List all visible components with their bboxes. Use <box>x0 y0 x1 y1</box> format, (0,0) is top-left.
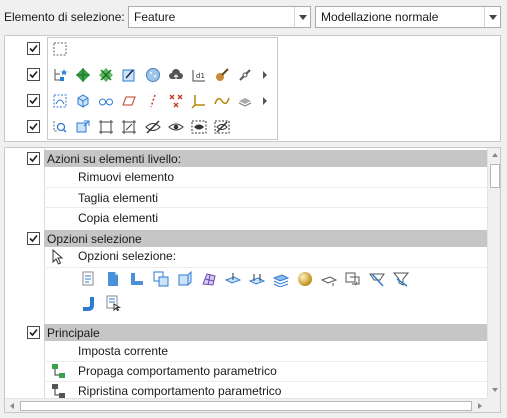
dashed-curve-icon[interactable] <box>51 92 69 110</box>
blue-doc-icon[interactable] <box>104 270 122 288</box>
diamond-cross-icon[interactable] <box>97 66 115 84</box>
list-item-propagate[interactable]: Propaga comportamento parametrico <box>78 364 277 378</box>
paint-brush-icon[interactable] <box>213 66 231 84</box>
section-title: Principale <box>47 326 100 340</box>
hide-eye-icon[interactable] <box>144 118 162 136</box>
tree-star-icon[interactable] <box>51 66 69 84</box>
sphere-dots-icon[interactable] <box>144 66 162 84</box>
option-icons-grid <box>77 270 487 318</box>
eye-box-icon[interactable] <box>190 118 208 136</box>
filter-row <box>5 37 285 61</box>
list-item-remove[interactable]: Rimuovi elemento <box>78 170 174 184</box>
scrollbar-thumb[interactable] <box>20 401 472 411</box>
filter-row <box>5 115 285 139</box>
filter-row <box>5 89 285 113</box>
scroll-down-icon[interactable] <box>492 388 498 392</box>
doc-list-icon[interactable] <box>80 270 98 288</box>
filter-row-checkbox[interactable] <box>27 68 40 81</box>
cross-points-icon[interactable] <box>167 92 185 110</box>
blue-cube-icon[interactable] <box>176 270 194 288</box>
arrow-box-icon[interactable] <box>74 118 92 136</box>
selection-options-list: Azioni su elementi livello: Rimuovi elem… <box>4 147 501 413</box>
select-box-icon[interactable] <box>51 40 69 58</box>
frame-hatch-icon[interactable] <box>120 118 138 136</box>
chain-link-icon[interactable] <box>236 66 254 84</box>
plane-flat-icon[interactable] <box>320 270 338 288</box>
section-header-principale: Principale <box>5 324 487 341</box>
blue-pipe-icon[interactable] <box>80 294 98 312</box>
list-item-set-current[interactable]: Imposta corrente <box>78 344 168 358</box>
dashed-line-icon[interactable] <box>144 92 162 110</box>
gold-sphere-icon[interactable] <box>296 270 314 288</box>
options-sublabel: Opzioni selezione: <box>78 249 177 263</box>
plane-arrow-icon[interactable] <box>224 270 242 288</box>
filter-row: d1 <box>5 63 285 87</box>
dimension-icon[interactable]: d1 <box>190 66 208 84</box>
scroll-right-icon[interactable] <box>478 403 482 409</box>
section-title: Opzioni selezione <box>47 232 142 246</box>
list-item-copy[interactable]: Copia elementi <box>78 211 158 225</box>
vertical-scrollbar[interactable] <box>487 148 500 398</box>
doc-select-icon[interactable] <box>104 294 122 312</box>
filter-dropdown-value: Feature <box>134 10 176 24</box>
grid-shape-icon[interactable] <box>200 270 218 288</box>
parallelogram-icon[interactable] <box>120 92 138 110</box>
scroll-up-icon[interactable] <box>492 153 498 157</box>
plane-slash-icon[interactable] <box>368 270 386 288</box>
scroll-left-icon[interactable] <box>10 403 14 409</box>
section-title: Azioni su elementi livello: <box>47 152 182 166</box>
filter-row-checkbox[interactable] <box>27 94 40 107</box>
mode-dropdown[interactable]: Modellazione normale <box>315 6 501 28</box>
magnifier-select-icon[interactable] <box>51 118 69 136</box>
filter-row-checkbox[interactable] <box>27 120 40 133</box>
chevron-right-icon[interactable] <box>263 71 267 79</box>
funnel-arrow-icon[interactable] <box>392 270 410 288</box>
diamond-green-icon[interactable] <box>74 66 92 84</box>
section-checkbox[interactable] <box>27 232 40 245</box>
chevron-right-icon[interactable] <box>263 97 267 105</box>
propagate-icon <box>52 364 65 378</box>
eye-icon[interactable] <box>167 118 185 136</box>
sketch-plane-icon[interactable] <box>120 66 138 84</box>
axis-icon[interactable] <box>190 92 208 110</box>
eye-box-slash-icon[interactable] <box>213 118 231 136</box>
layer-stack-icon[interactable] <box>236 92 254 110</box>
mesh-block-icon[interactable] <box>272 270 290 288</box>
doc-arrow-icon[interactable] <box>344 270 362 288</box>
selection-filter-panel: d1 <box>4 35 501 142</box>
scrollbar-corner <box>487 398 500 412</box>
blue-corner-icon[interactable] <box>128 270 146 288</box>
filter-dropdown[interactable]: Feature <box>128 6 311 28</box>
chevron-down-icon[interactable] <box>294 7 310 27</box>
filter-row-checkbox[interactable] <box>27 42 40 55</box>
glasses-icon[interactable] <box>97 92 115 110</box>
mode-dropdown-value: Modellazione normale <box>321 10 439 24</box>
list-item-cut[interactable]: Taglia elementi <box>78 191 158 205</box>
frame-select-icon[interactable] <box>97 118 115 136</box>
section-checkbox[interactable] <box>27 326 40 339</box>
list-item-restore[interactable]: Ripristina comportamento parametrico <box>78 384 281 398</box>
cloud-upload-icon[interactable] <box>167 66 185 84</box>
restore-icon <box>52 384 65 398</box>
copy-squares-icon[interactable] <box>152 270 170 288</box>
section-header-opzioni: Opzioni selezione <box>5 230 487 247</box>
svg-text:d1: d1 <box>196 72 205 80</box>
horizontal-scrollbar[interactable] <box>5 398 487 412</box>
chevron-down-icon[interactable] <box>484 7 500 27</box>
section-header-azioni: Azioni su elementi livello: <box>5 150 487 167</box>
spline-icon[interactable] <box>213 92 231 110</box>
selection-label: Elemento di selezione: <box>4 10 125 24</box>
section-checkbox[interactable] <box>27 152 40 165</box>
selection-toolbar: Elemento di selezione: Feature Modellazi… <box>0 0 507 34</box>
pointer-cursor-icon <box>52 249 64 265</box>
plane-arrows-icon[interactable] <box>248 270 266 288</box>
scrollbar-thumb[interactable] <box>490 164 500 188</box>
cube-icon[interactable] <box>74 92 92 110</box>
